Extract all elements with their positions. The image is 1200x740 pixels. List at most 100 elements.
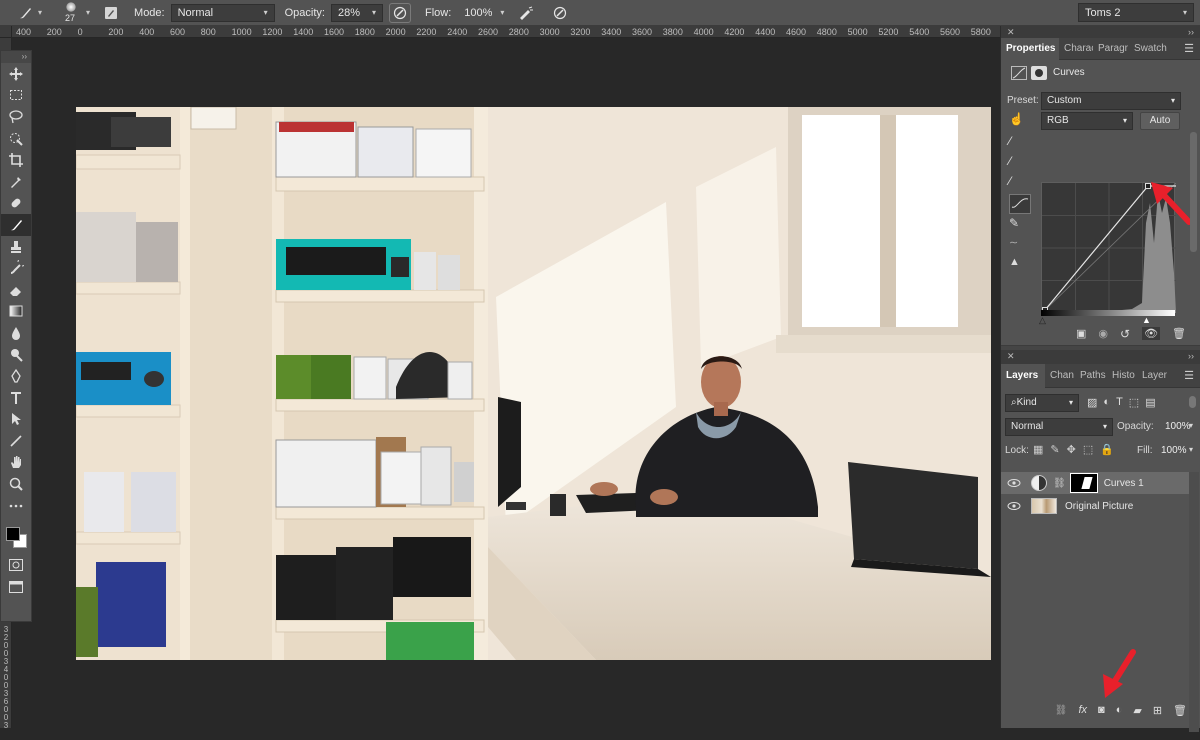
- kind-filter-select[interactable]: ⌕Kind ▾: [1005, 394, 1079, 412]
- mode-select[interactable]: Normal ▾: [170, 3, 275, 22]
- clipping-warning-icon[interactable]: ▲: [1009, 256, 1031, 276]
- airbrush-icon[interactable]: [515, 3, 537, 23]
- move-icon[interactable]: [1, 63, 31, 85]
- new-adjustment-layer-icon[interactable]: ◐: [1116, 704, 1123, 716]
- view-previous-icon[interactable]: ◉: [1098, 327, 1108, 340]
- delete-layer-icon[interactable]: 🗑: [1173, 704, 1187, 717]
- more-icon[interactable]: [1, 495, 31, 517]
- eyedropper-icon[interactable]: [1, 171, 31, 193]
- layer-mask-thumbnail[interactable]: [1069, 473, 1098, 493]
- lock-transparent-icon[interactable]: ▦: [1033, 443, 1043, 456]
- reset-icon[interactable]: ↺: [1120, 327, 1130, 341]
- pressure-size-icon[interactable]: [549, 3, 571, 23]
- brush-tool-icon[interactable]: [14, 3, 36, 23]
- visibility-eye-icon[interactable]: [1001, 501, 1027, 511]
- lock-artboard-icon[interactable]: ⬚: [1083, 443, 1093, 456]
- marquee-icon[interactable]: [1, 85, 31, 107]
- zoom-icon[interactable]: [1, 473, 31, 495]
- type-icon[interactable]: [1, 387, 31, 409]
- layer-row-curves[interactable]: ⛓ Curves 1: [1001, 472, 1189, 494]
- gradient-icon[interactable]: [1, 301, 31, 323]
- panel-menu-icon[interactable]: ☰: [1184, 369, 1194, 382]
- pencil-draw-icon[interactable]: ✎: [1009, 216, 1031, 236]
- stamp-icon[interactable]: [1, 236, 31, 258]
- dodge-icon[interactable]: [1, 344, 31, 366]
- pixel-filter-icon[interactable]: ▨: [1087, 396, 1097, 409]
- properties-scrollbar[interactable]: [1190, 132, 1197, 252]
- preset-select[interactable]: Custom ▾: [1041, 92, 1181, 110]
- white-point-eyedropper-icon[interactable]: ⁄: [1009, 174, 1031, 194]
- toolbar-header[interactable]: ››: [1, 51, 31, 63]
- pen-icon[interactable]: [1, 365, 31, 387]
- color-swatches[interactable]: [1, 520, 31, 554]
- close-icon[interactable]: ✕: [1007, 26, 1015, 38]
- eraser-icon[interactable]: [1, 279, 31, 301]
- black-point-eyedropper-icon[interactable]: ⁄: [1009, 134, 1031, 154]
- ruler-top[interactable]: 400 200 0 200 400 600 800 1000 1200 1400 1600 1800 2…: [12, 26, 1000, 38]
- link-icon[interactable]: ⛓: [1053, 478, 1066, 489]
- chevron-down-icon[interactable]: ▾: [86, 8, 90, 17]
- tab-history[interactable]: Histo: [1107, 364, 1137, 388]
- channel-select[interactable]: RGB ▾: [1041, 112, 1133, 130]
- history-brush-icon[interactable]: [1, 257, 31, 279]
- lock-all-icon[interactable]: 🔒: [1100, 443, 1114, 456]
- flow-field[interactable]: 100% ▾: [457, 4, 509, 22]
- add-mask-icon[interactable]: ◙: [1098, 704, 1105, 716]
- hand-icon[interactable]: [1, 452, 31, 474]
- tab-paths[interactable]: Paths: [1075, 364, 1107, 388]
- target-adjust-icon[interactable]: ☝: [1009, 112, 1027, 126]
- screen-mode-icon[interactable]: [1, 576, 31, 598]
- mask-icon[interactable]: [1031, 66, 1047, 80]
- white-point-slider[interactable]: ▲: [1142, 315, 1151, 325]
- shape-filter-icon[interactable]: ⬚: [1129, 396, 1139, 409]
- curve-point-icon[interactable]: [1009, 194, 1031, 214]
- layer-opacity-value[interactable]: 100%: [1165, 421, 1191, 432]
- collapse-icon[interactable]: ››: [1188, 26, 1194, 38]
- tab-character[interactable]: Charac: [1059, 38, 1093, 60]
- fx-icon[interactable]: fx: [1078, 704, 1087, 716]
- chevron-down-icon[interactable]: ▾: [1189, 445, 1193, 454]
- pressure-opacity-icon[interactable]: [388, 2, 411, 23]
- smooth-curve-icon[interactable]: ∼: [1009, 236, 1031, 256]
- clip-to-layer-icon[interactable]: ▣: [1076, 327, 1086, 340]
- tab-paragraph[interactable]: Paragr: [1093, 38, 1129, 60]
- blend-mode-select[interactable]: Normal ▾: [1005, 418, 1113, 436]
- layer-row-original[interactable]: Original Picture: [1001, 495, 1189, 517]
- workspace-select[interactable]: Toms 2 ▾: [1078, 3, 1194, 22]
- document-image[interactable]: [76, 107, 991, 660]
- gray-point-eyedropper-icon[interactable]: ⁄: [1009, 154, 1031, 174]
- crop-icon[interactable]: [1, 149, 31, 171]
- fill-value[interactable]: 100%: [1161, 445, 1187, 456]
- brush-icon[interactable]: [1, 214, 31, 236]
- lock-position-icon[interactable]: ✥: [1067, 443, 1076, 456]
- brush-settings-icon[interactable]: [100, 3, 122, 23]
- new-layer-icon[interactable]: ⊞: [1153, 704, 1162, 717]
- chevron-down-icon[interactable]: ▾: [1189, 421, 1193, 430]
- filter-toggle[interactable]: [1189, 396, 1196, 408]
- opacity-field[interactable]: 28% ▾: [330, 3, 383, 22]
- new-group-icon[interactable]: ▰: [1133, 704, 1141, 717]
- quick-mask-icon[interactable]: [1, 554, 31, 576]
- path-select-icon[interactable]: [1, 409, 31, 431]
- tab-swatches[interactable]: Swatch: [1129, 38, 1171, 60]
- collapse-icon[interactable]: ››: [1188, 350, 1194, 364]
- tab-channels[interactable]: Chan: [1045, 364, 1075, 388]
- line-icon[interactable]: [1, 430, 31, 452]
- lock-pixels-icon[interactable]: ✎: [1050, 443, 1059, 456]
- auto-button[interactable]: Auto: [1140, 112, 1180, 130]
- quick-select-icon[interactable]: [1, 128, 31, 150]
- foreground-color-swatch[interactable]: [6, 527, 20, 542]
- layer-thumbnail[interactable]: [1031, 498, 1057, 514]
- black-point-slider[interactable]: △: [1039, 315, 1046, 326]
- trash-icon[interactable]: 🗑: [1172, 327, 1186, 340]
- panel-menu-icon[interactable]: ☰: [1184, 42, 1194, 55]
- close-icon[interactable]: ✕: [1007, 350, 1015, 364]
- layers-scrollbar[interactable]: [1189, 472, 1199, 732]
- visibility-icon[interactable]: 👁: [1142, 327, 1161, 340]
- smart-object-filter-icon[interactable]: ▤: [1145, 396, 1155, 409]
- lasso-icon[interactable]: [1, 106, 31, 128]
- blur-icon[interactable]: [1, 322, 31, 344]
- tab-layers[interactable]: Layers: [1001, 363, 1045, 388]
- brush-preset-picker[interactable]: 27: [58, 1, 86, 25]
- chevron-down-icon[interactable]: ▾: [38, 8, 42, 17]
